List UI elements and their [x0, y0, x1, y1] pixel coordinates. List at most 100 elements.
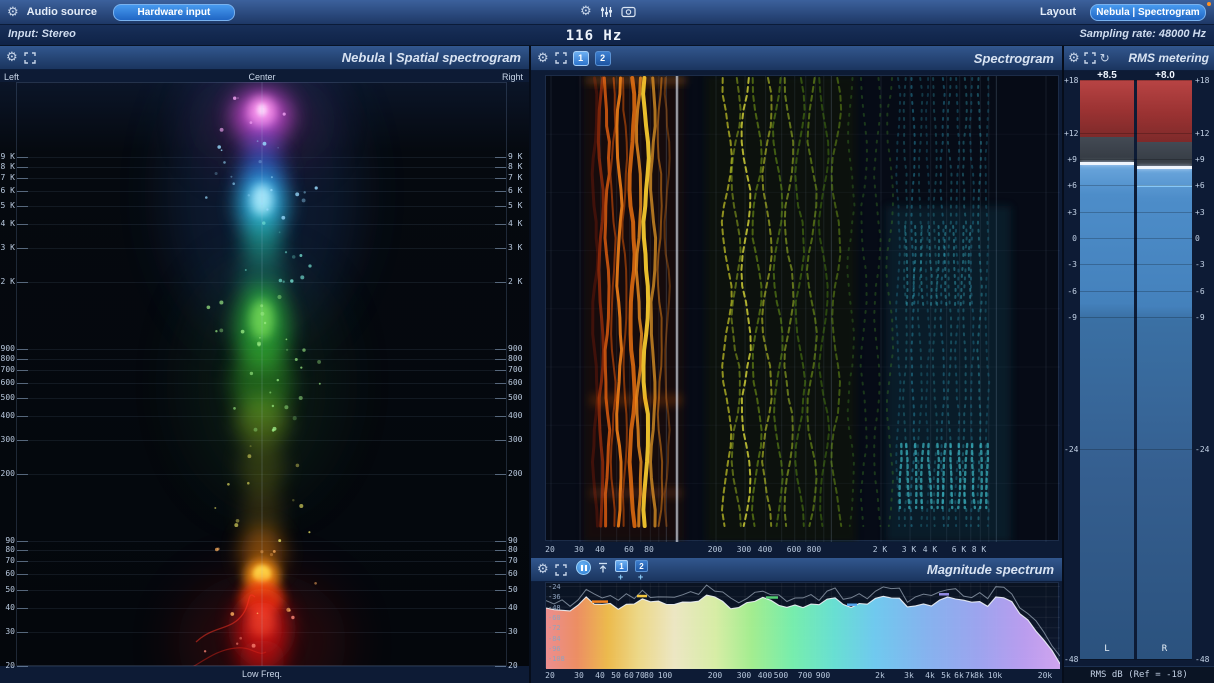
scale-tick-label: +3 [1195, 209, 1214, 217]
magnitude-settings-gear-icon[interactable]: ⚙ [537, 563, 549, 576]
scale-gridline [1080, 291, 1192, 292]
x-tick-label: 200 [708, 672, 722, 680]
x-tick-label: 4 K [923, 546, 937, 554]
spatial-settings-gear-icon[interactable]: ⚙ [6, 51, 18, 64]
spatial-panel-title: Nebula | Spatial spectrogram [342, 50, 529, 65]
freq-tick-label: 9 K [508, 153, 528, 161]
freq-tick-label: 6 K [508, 187, 528, 195]
spectrogram-fullscreen-icon[interactable] [555, 52, 567, 64]
rms-fullscreen-icon[interactable] [1084, 52, 1096, 64]
magnitude-view-2-button[interactable]: 2 [635, 560, 648, 572]
freq-tick-label: 70 [0, 557, 15, 565]
spatial-spectrogram-panel: ⚙ Nebula | Spatial spectrogram Left Cent… [0, 46, 529, 683]
spatial-spectrogram-plot[interactable]: 9 K9 K8 K8 K7 K7 K6 K6 K5 K5 K4 K4 K3 K3… [0, 82, 529, 666]
freq-tick-label: 8 K [0, 163, 15, 171]
scale-tick-label: -9 [1195, 314, 1214, 322]
freeze-pause-button[interactable] [576, 560, 591, 575]
magnitude-y-axis: -24-36-48-60-72-84-96-108 [546, 583, 576, 669]
global-settings-icon[interactable]: ⚙ [580, 5, 592, 18]
freq-tick-label: 500 [0, 394, 15, 402]
x-tick-label: 800 [807, 546, 821, 554]
rms-reset-refresh-icon[interactable]: ↻ [1100, 52, 1110, 64]
x-tick-label: 600 [787, 546, 801, 554]
meter-fill-blue [1080, 165, 1134, 659]
rms-footer-label: RMS dB (Ref = -18) [1064, 666, 1214, 683]
freq-tick-label: 5 K [0, 202, 15, 210]
display-capture-icon[interactable] [621, 6, 636, 18]
rms-meter-left[interactable]: L [1080, 80, 1134, 659]
meter-rms-line [1137, 166, 1192, 169]
freq-tick-mark [495, 282, 506, 283]
freq-tick-mark [17, 191, 28, 192]
hardware-input-button[interactable]: Hardware input [113, 4, 235, 21]
x-tick-label: 80 [644, 546, 654, 554]
y-tick-label: -48 [548, 604, 561, 612]
snapshot-add-2-button[interactable]: + [638, 573, 643, 581]
settings-gear-icon[interactable]: ⚙ [7, 6, 19, 19]
freq-tick-mark [17, 440, 28, 441]
freq-tick-mark [17, 349, 28, 350]
freq-tick-label: 4 K [0, 220, 15, 228]
spectrogram-plot[interactable] [545, 75, 1059, 541]
magnitude-view-1-button[interactable]: 1 [615, 560, 628, 572]
freq-tick-label: 6 K [0, 187, 15, 195]
x-tick-label: 40 [595, 672, 605, 680]
scale-tick-label: -48 [1064, 656, 1077, 664]
freq-tick-mark [17, 167, 28, 168]
x-tick-label: 500 [774, 672, 788, 680]
scale-tick-label: -9 [1064, 314, 1077, 322]
spectrogram-view-2-button[interactable]: 2 [595, 51, 611, 66]
preset-selector-button[interactable]: Nebula | Spectrogram [1090, 4, 1206, 21]
scale-gridline [1080, 185, 1192, 186]
magnitude-plot[interactable]: -24-36-48-60-72-84-96-108 [545, 582, 1059, 668]
freq-tick-label: 8 K [508, 163, 528, 171]
x-tick-label: 30 [574, 546, 584, 554]
x-tick-label: 20 [545, 546, 555, 554]
spectrogram-view-1-button[interactable]: 1 [573, 51, 589, 66]
x-tick-label: 20k [1038, 672, 1052, 680]
y-tick-label: -72 [548, 624, 561, 632]
freq-tick-mark [17, 632, 28, 633]
magnitude-fullscreen-icon[interactable] [555, 564, 567, 576]
freq-tick-label: 500 [508, 394, 528, 402]
freq-tick-label: 60 [508, 570, 528, 578]
freq-tick-label: 7 K [0, 174, 15, 182]
freq-tick-label: 5 K [508, 202, 528, 210]
y-tick-label: -36 [548, 593, 561, 601]
freq-tick-mark [17, 561, 28, 562]
layout-button[interactable]: Layout [1040, 6, 1076, 18]
freq-tick-label: 90 [0, 537, 15, 545]
freq-tick-label: 80 [0, 546, 15, 554]
notification-dot [1207, 2, 1211, 6]
spatial-fullscreen-icon[interactable] [24, 52, 36, 64]
freq-tick-label: 3 K [0, 244, 15, 252]
freq-tick-label: 9 K [0, 153, 15, 161]
scale-tick-label: +3 [1064, 209, 1077, 217]
y-tick-label: -96 [548, 645, 561, 653]
rms-settings-gear-icon[interactable]: ⚙ [1068, 52, 1080, 65]
io-sliders-icon[interactable] [600, 6, 613, 18]
x-tick-label: 400 [758, 672, 772, 680]
freq-tick-label: 2 K [0, 278, 15, 286]
freq-tick-mark [495, 224, 506, 225]
scale-tick-label: -24 [1195, 446, 1214, 454]
rms-meter-area: L R +18+18+12+12+9+9+6+6+3+300-3-3-6-6-9… [1064, 80, 1214, 659]
spectrogram-settings-gear-icon[interactable]: ⚙ [537, 52, 549, 65]
peak-hold-reset-icon[interactable] [597, 562, 609, 574]
snapshot-add-1-button[interactable]: + [618, 573, 623, 581]
x-tick-label: 5k [941, 672, 951, 680]
magnitude-spectrum-canvas [546, 583, 1060, 669]
freq-tick-mark [495, 248, 506, 249]
spatial-panel-header: ⚙ Nebula | Spatial spectrogram [0, 46, 529, 70]
freq-tick-label: 2 K [508, 278, 528, 286]
x-tick-label: 4k [925, 672, 935, 680]
freq-tick-mark [17, 666, 28, 667]
meter-peak-red [1080, 80, 1134, 137]
x-tick-label: 300 [737, 672, 751, 680]
freq-tick-mark [495, 632, 506, 633]
rms-meter-right[interactable]: R [1137, 80, 1192, 659]
freq-tick-mark [495, 416, 506, 417]
freq-tick-mark [495, 440, 506, 441]
y-tick-label: -108 [548, 655, 565, 663]
freq-tick-label: 700 [0, 366, 15, 374]
